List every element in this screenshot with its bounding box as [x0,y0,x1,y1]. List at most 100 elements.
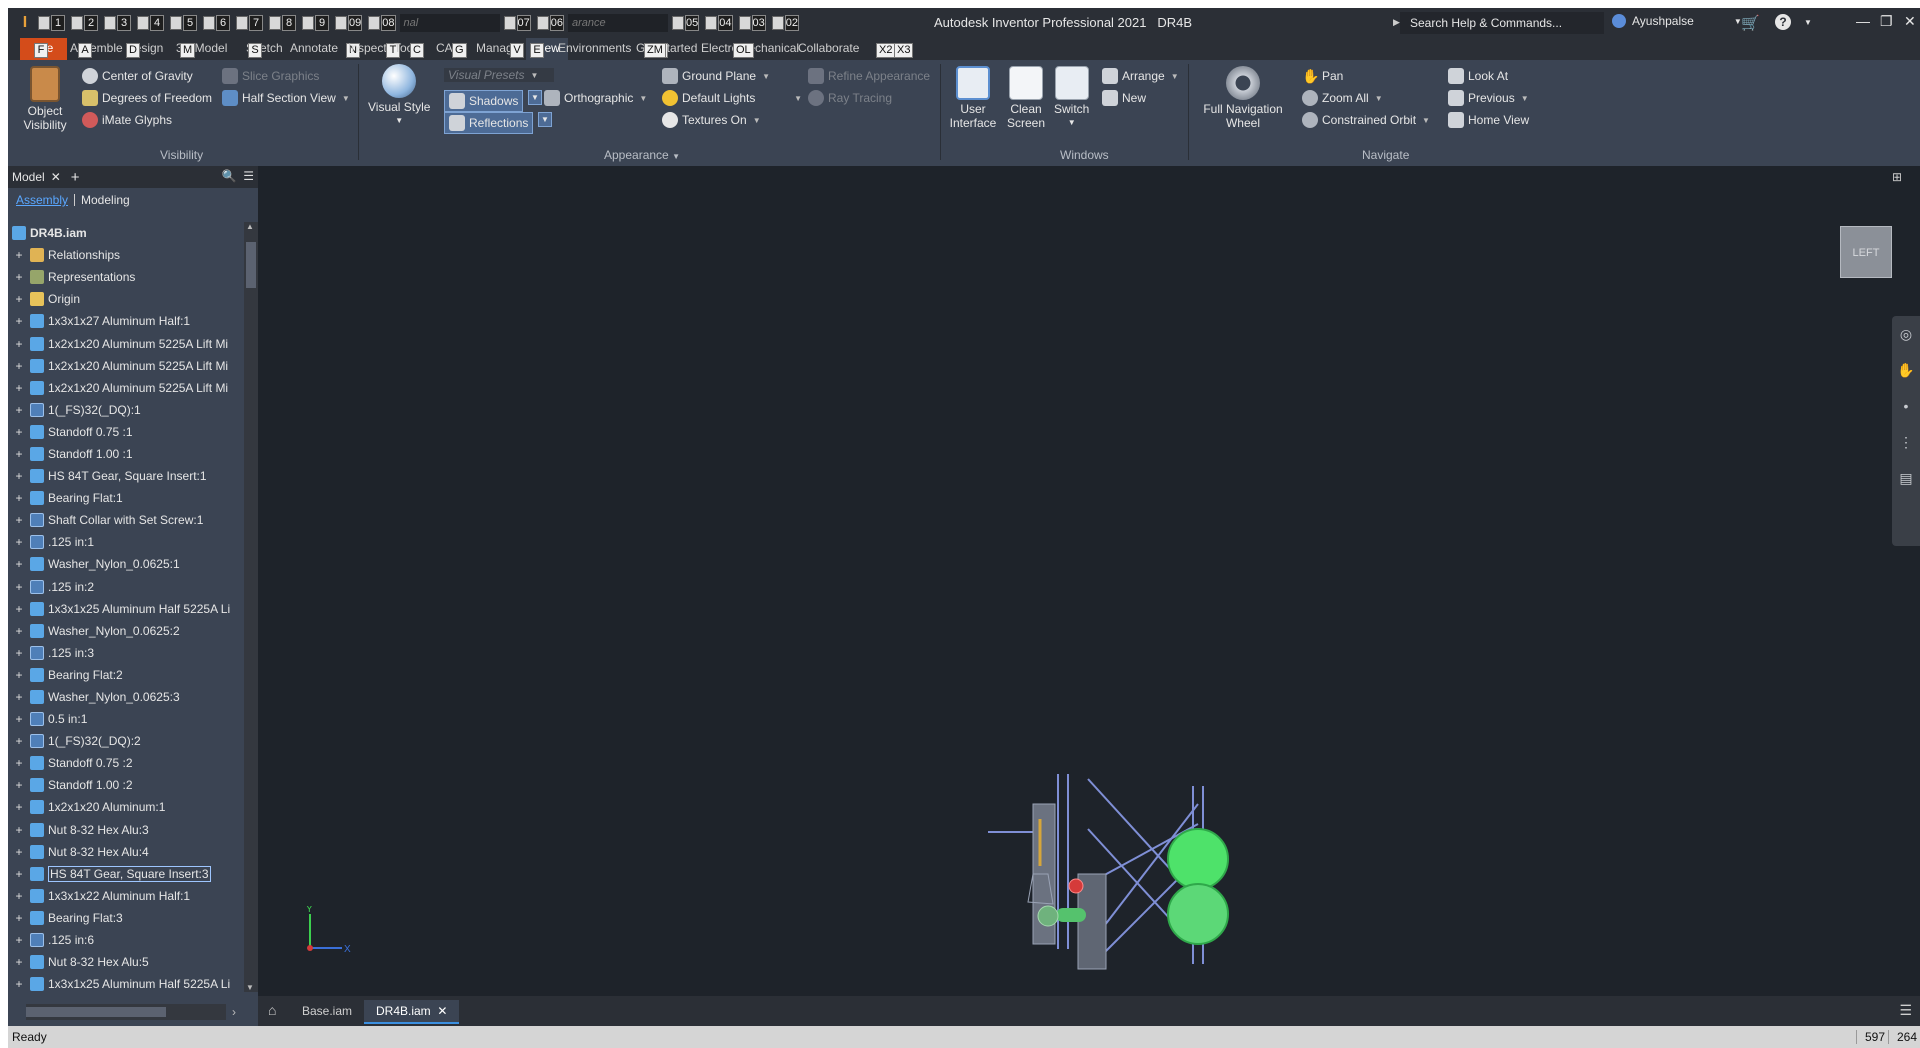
tree-item[interactable]: + Washer_Nylon_0.0625:1 [8,553,244,575]
tab-annotate[interactable]: Annotate [290,41,338,55]
tree-item[interactable]: +1x2x1x20 Aluminum 5225A Lift Mi [8,355,244,377]
inventor-logo-icon[interactable]: I [16,12,34,34]
tree-item[interactable]: + .125 in:1 [8,531,244,553]
scroll-down-icon[interactable]: ▼ [246,983,254,992]
expand-icon[interactable]: + [12,823,26,837]
look-at-button[interactable]: Look At [1448,68,1508,84]
doc-tab-base[interactable]: Base.iam [290,1000,364,1024]
expand-icon[interactable]: + [12,712,26,726]
tab-environments[interactable]: Environments [558,41,631,55]
quick-access-button[interactable]: 1 [36,12,67,34]
tree-item[interactable]: + Bearing Flat:2 [8,664,244,686]
reflections-dropdown[interactable]: ▼ [538,112,552,127]
expand-icon[interactable]: + [12,778,26,792]
tree-item[interactable]: +1(_FS)32(_DQ):1 [8,399,244,421]
tree-item[interactable]: + Washer_Nylon_0.0625:3 [8,686,244,708]
full-navigation-wheel-button[interactable]: Full Navigation Wheel [1200,66,1286,130]
restore-button[interactable]: ❐ [1880,13,1893,30]
tree-item[interactable]: + Nut 8-32 Hex Alu:3 [8,819,244,841]
scrollbar-thumb[interactable] [246,242,256,288]
orthographic-button[interactable]: Orthographic ▼ [544,90,647,106]
ground-plane-button[interactable]: Ground Plane ▼ [662,68,770,84]
previous-view-button[interactable]: Previous ▼ [1448,90,1529,106]
browser-menu-icon[interactable]: ☰ [243,169,254,183]
dr4b-assembly-model[interactable] [908,774,1238,974]
degrees-of-freedom-button[interactable]: Degrees of Freedom [82,90,212,106]
textures-on-button[interactable]: Textures On ▼ [662,112,761,128]
expand-icon[interactable]: + [12,602,26,616]
expand-icon[interactable]: + [12,535,26,549]
expand-icon[interactable]: + [12,668,26,682]
expand-icon[interactable]: + [12,911,26,925]
expand-icon[interactable]: + [12,314,26,328]
expand-icon[interactable]: + [12,734,26,748]
browser-title[interactable]: Model [12,170,45,184]
expand-icon[interactable]: + [12,469,26,483]
half-section-view-button[interactable]: Half Section View ▼ [222,90,350,106]
tree-item[interactable]: + Standoff 0.75 :1 [8,421,244,443]
tree-item[interactable]: +1(_FS)32(_DQ):2 [8,730,244,752]
expand-icon[interactable]: + [12,690,26,704]
quick-access-button[interactable]: 9 [300,12,331,34]
steering-wheel-icon[interactable]: ◎ [1892,316,1920,352]
expand-icon[interactable]: + [12,955,26,969]
tree-item[interactable]: + Nut 8-32 Hex Alu:5 [8,951,244,973]
graphics-viewport[interactable]: ⊞ LEFT ◎ ✋ • ⋮ ▤ Y X [258,166,1920,996]
tree-item[interactable]: +1x2x1x20 Aluminum 5225A Lift Mi [8,332,244,354]
expand-icon[interactable]: + [12,889,26,903]
tree-item[interactable]: +1x3x1x25 Aluminum Half 5225A Li [8,598,244,620]
new-window-button[interactable]: New [1102,90,1146,106]
tree-item[interactable]: + .125 in:2 [8,576,244,598]
tree-item[interactable]: + Origin [8,288,244,310]
shadows-button[interactable]: Shadows [444,90,524,112]
clean-screen-button[interactable]: Clean Screen [1006,66,1046,130]
expand-icon[interactable]: + [12,491,26,505]
tree-item[interactable]: + Washer_Nylon_0.0625:2 [8,620,244,642]
quick-access-button[interactable]: 06 [535,12,566,34]
tree-item[interactable]: + Representations [8,266,244,288]
minimize-button[interactable]: — [1856,13,1870,29]
pan-button[interactable]: ✋ Pan [1302,68,1343,84]
quick-access-button[interactable]: 09 [333,12,364,34]
look-at-nav-icon[interactable]: ▤ [1892,460,1920,496]
quick-access-button[interactable]: 04 [703,12,734,34]
tree-item[interactable]: +1x2x1x20 Aluminum:1 [8,796,244,818]
material-select[interactable]: nal [399,14,500,32]
tab-modeling[interactable]: Modeling [81,193,130,207]
browser-search-icon[interactable]: 🔍 [222,169,237,183]
quick-access-button[interactable]: 4 [135,12,166,34]
quick-access-button[interactable]: 03 [737,12,768,34]
tree-item[interactable]: + Standoff 0.75 :2 [8,752,244,774]
scroll-up-icon[interactable]: ▲ [246,222,254,231]
refine-appearance-button[interactable]: Refine Appearance [808,68,930,84]
close-window-button[interactable]: ✕ [1904,13,1916,30]
pan-nav-icon[interactable]: ✋ [1892,352,1920,388]
tree-item[interactable]: +1x3x1x25 Aluminum Half 5225A Li [8,973,244,995]
tree-item[interactable]: +1x2x1x20 Aluminum 5225A Lift Mi [8,377,244,399]
add-browser-icon[interactable]: + [71,169,80,186]
expand-icon[interactable]: + [12,381,26,395]
expand-icon[interactable]: + [12,270,26,284]
tree-item[interactable]: + Standoff 1.00 :1 [8,443,244,465]
quick-access-button[interactable]: 02 [770,12,801,34]
scrollbar-thumb[interactable] [26,1007,166,1017]
expand-icon[interactable]: + [12,977,26,991]
quick-access-button[interactable]: 08 [366,12,397,34]
slice-graphics-button[interactable]: Slice Graphics [222,68,319,84]
tree-horizontal-scrollbar[interactable]: › [26,1004,236,1020]
viewcube[interactable]: LEFT [1840,226,1892,278]
home-view-button[interactable]: Home View [1448,112,1529,128]
scroll-right-icon[interactable]: › [232,1005,236,1019]
tree-item[interactable]: + Bearing Flat:1 [8,487,244,509]
zoom-nav-icon[interactable]: • [1892,388,1920,424]
quick-access-button[interactable]: 05 [670,12,701,34]
tab-assembly[interactable]: Assembly [16,193,68,207]
quick-access-button[interactable]: 07 [502,12,533,34]
tree-item[interactable]: + Shaft Collar with Set Screw:1 [8,509,244,531]
tree-item[interactable]: + .125 in:6 [8,929,244,951]
expand-icon[interactable]: + [12,646,26,660]
tree-root[interactable]: DR4B.iam [8,222,244,244]
expand-icon[interactable]: + [12,337,26,351]
tree-item[interactable]: + Relationships [8,244,244,266]
help-dropdown-icon[interactable]: ▼ [1804,18,1812,27]
